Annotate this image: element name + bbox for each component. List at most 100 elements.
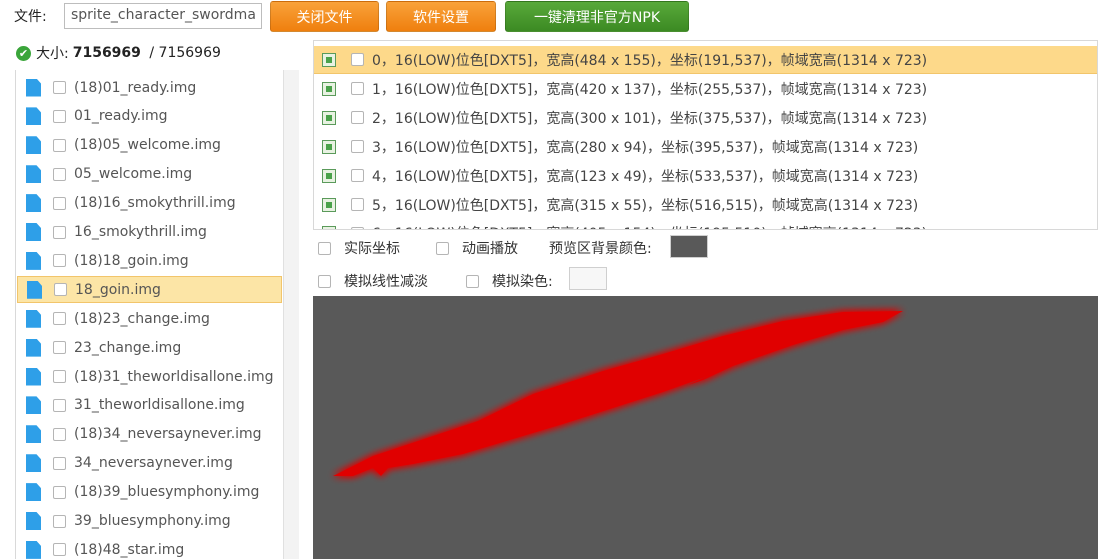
file-list-item[interactable]: 23_change.img <box>17 334 282 361</box>
file-checkbox[interactable] <box>53 485 66 499</box>
frame-info: 0，16(LOW)位色[DXT5]，宽高(484 x 155)，坐标(191,5… <box>372 52 928 69</box>
bg-color-swatch[interactable] <box>670 235 708 258</box>
size-separator: / <box>144 45 159 61</box>
frame-list-item[interactable]: 3，16(LOW)位色[DXT5]，宽高(280 x 94)，坐标(395,53… <box>314 133 1097 161</box>
document-icon <box>26 309 41 328</box>
file-checkbox[interactable] <box>53 398 66 412</box>
file-checkbox[interactable] <box>53 225 66 239</box>
dye-option[interactable]: 模拟染色: <box>466 271 553 291</box>
frame-checkbox[interactable] <box>351 198 364 211</box>
image-icon <box>322 139 336 154</box>
file-list-item[interactable]: (18)23_change.img <box>17 305 282 332</box>
file-checkbox[interactable] <box>53 341 66 355</box>
frame-info: 6，16(LOW)位色[DXT5]，宽高(405 x 154)，坐标(195,5… <box>372 223 927 229</box>
file-checkbox[interactable] <box>53 456 66 470</box>
frame-list-item[interactable]: 4，16(LOW)位色[DXT5]，宽高(123 x 49)，坐标(533,53… <box>314 162 1097 190</box>
size-total: 7156969 <box>158 45 221 61</box>
file-checkbox[interactable] <box>53 81 66 94</box>
file-checkbox[interactable] <box>53 514 66 528</box>
file-list-item[interactable]: 05_welcome.img <box>17 161 282 188</box>
file-name: 05_welcome.img <box>74 166 193 183</box>
size-value: 7156969 <box>72 45 141 61</box>
file-name: 31_theworldisallone.img <box>74 397 245 414</box>
file-list-item[interactable]: 31_theworldisallone.img <box>17 392 282 419</box>
frame-list-item[interactable]: 6，16(LOW)位色[DXT5]，宽高(405 x 154)，坐标(195,5… <box>314 219 1097 229</box>
file-list-item[interactable]: 18_goin.img <box>17 276 282 304</box>
file-list-item[interactable]: (18)31_theworldisallone.img <box>17 363 282 390</box>
linear-dodge-checkbox[interactable] <box>318 274 331 288</box>
document-icon <box>26 454 41 473</box>
frame-checkbox[interactable] <box>351 140 364 154</box>
actual-coords-option[interactable]: 实际坐标 <box>318 238 400 258</box>
frame-checkbox[interactable] <box>351 169 364 183</box>
dye-label: 模拟染色: <box>492 274 553 290</box>
document-icon <box>26 367 41 386</box>
file-checkbox[interactable] <box>53 167 66 181</box>
file-name: 34_neversaynever.img <box>74 455 233 472</box>
document-icon <box>26 78 41 97</box>
frame-list-item[interactable]: 2，16(LOW)位色[DXT5]，宽高(300 x 101)，坐标(375,5… <box>314 104 1097 132</box>
file-checkbox[interactable] <box>53 370 66 383</box>
frame-checkbox[interactable] <box>351 226 364 229</box>
image-icon <box>322 110 336 125</box>
file-path-input[interactable]: sprite_character_swordma <box>64 3 262 29</box>
file-name: (18)05_welcome.img <box>74 137 221 154</box>
file-name: 18_goin.img <box>75 281 161 298</box>
frame-checkbox[interactable] <box>351 82 364 96</box>
document-icon <box>26 425 41 444</box>
frame-info: 3，16(LOW)位色[DXT5]，宽高(280 x 94)，坐标(395,53… <box>372 139 919 156</box>
document-icon <box>26 540 41 559</box>
file-checkbox[interactable] <box>53 427 66 441</box>
animation-checkbox[interactable] <box>436 241 449 255</box>
file-name: (18)48_star.img <box>74 541 185 558</box>
file-list-item[interactable]: (18)05_welcome.img <box>17 132 282 159</box>
image-icon <box>322 197 336 212</box>
document-icon <box>26 107 41 126</box>
file-list-item[interactable]: 01_ready.img <box>17 103 282 130</box>
file-checkbox[interactable] <box>53 312 66 326</box>
file-name: (18)31_theworldisallone.img <box>74 368 274 385</box>
clean-npk-button[interactable]: 一键清理非官方NPK <box>505 1 689 32</box>
image-icon <box>322 168 336 183</box>
file-list-item[interactable]: 34_neversaynever.img <box>17 450 282 477</box>
frame-list-item[interactable]: 0，16(LOW)位色[DXT5]，宽高(484 x 155)，坐标(191,5… <box>314 46 1097 74</box>
frame-info: 4，16(LOW)位色[DXT5]，宽高(123 x 49)，坐标(533,53… <box>372 168 919 185</box>
file-list-item[interactable]: 39_bluesymphony.img <box>17 508 282 535</box>
linear-dodge-option[interactable]: 模拟线性减淡 <box>318 271 428 291</box>
actual-coords-checkbox[interactable] <box>318 241 331 255</box>
file-list-item[interactable]: (18)01_ready.img <box>17 74 282 101</box>
frame-list-item[interactable]: 1，16(LOW)位色[DXT5]，宽高(420 x 137)，坐标(255,5… <box>314 75 1097 103</box>
frame-list-item[interactable]: 5，16(LOW)位色[DXT5]，宽高(315 x 55)，坐标(516,51… <box>314 191 1097 219</box>
document-icon <box>26 483 41 502</box>
file-list-item[interactable]: 16_smokythrill.img <box>17 219 282 246</box>
frame-checkbox[interactable] <box>351 53 364 66</box>
file-checkbox[interactable] <box>53 254 66 268</box>
file-checkbox[interactable] <box>53 543 66 557</box>
file-checkbox[interactable] <box>54 283 67 297</box>
file-list-item[interactable]: (18)18_goin.img <box>17 247 282 274</box>
file-checkbox[interactable] <box>53 196 66 210</box>
file-name: (18)18_goin.img <box>74 252 189 269</box>
settings-button[interactable]: 软件设置 <box>386 1 496 32</box>
slash-effect-sprite <box>333 311 903 476</box>
image-icon <box>322 81 336 96</box>
close-file-button[interactable]: 关闭文件 <box>270 1 379 32</box>
file-list-item[interactable]: (18)48_star.img <box>17 536 282 559</box>
preview-canvas <box>333 311 903 476</box>
file-name: (18)16_smokythrill.img <box>74 195 236 212</box>
file-list-item[interactable]: (18)39_bluesymphony.img <box>17 479 282 506</box>
animation-option[interactable]: 动画播放 <box>436 238 518 258</box>
dye-color-swatch[interactable] <box>569 267 607 290</box>
file-checkbox[interactable] <box>53 138 66 152</box>
frame-list: 0，16(LOW)位色[DXT5]，宽高(484 x 155)，坐标(191,5… <box>313 40 1098 230</box>
file-checkbox[interactable] <box>53 109 66 123</box>
file-list-scrollbar[interactable] <box>283 70 299 559</box>
document-icon <box>26 223 41 241</box>
file-list-item[interactable]: (18)16_smokythrill.img <box>17 190 282 217</box>
file-list-item[interactable]: (18)34_neversaynever.img <box>17 421 282 448</box>
linear-dodge-label: 模拟线性减淡 <box>344 274 428 290</box>
frame-checkbox[interactable] <box>351 111 364 125</box>
dye-checkbox[interactable] <box>466 274 479 288</box>
document-icon <box>26 338 41 357</box>
preview-area[interactable] <box>313 296 1098 559</box>
